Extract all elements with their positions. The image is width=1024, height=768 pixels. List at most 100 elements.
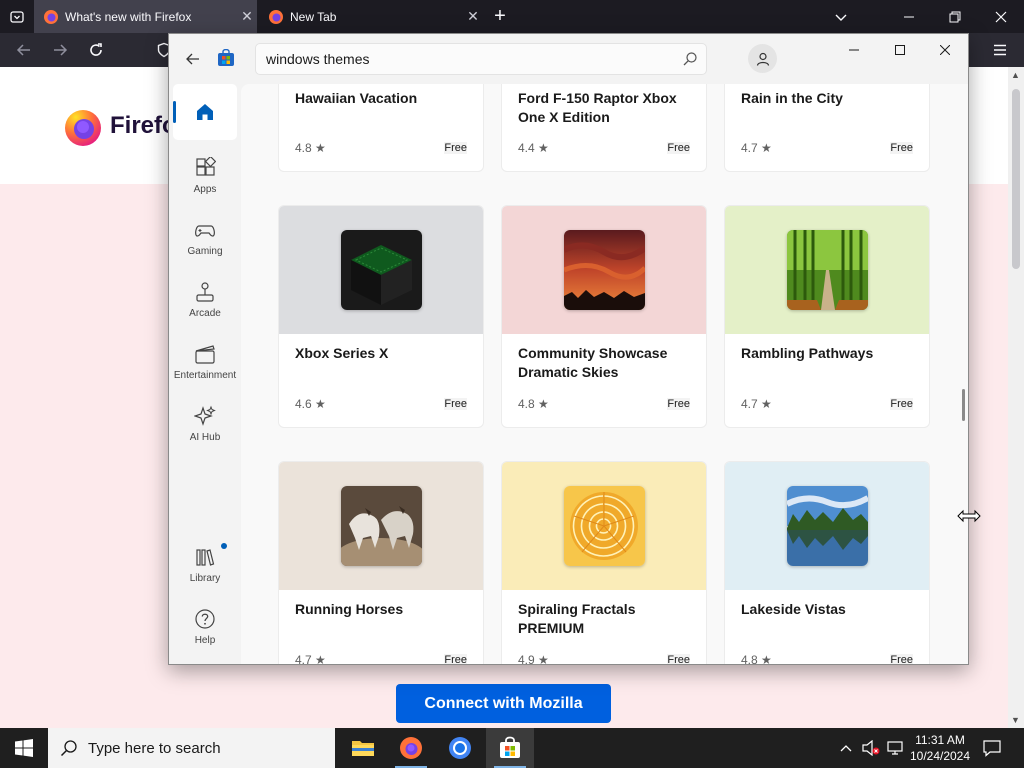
connect-with-mozilla-button[interactable]: Connect with Mozilla <box>396 684 611 723</box>
theme-card-xbox-series-x[interactable]: Xbox Series X 4.6 ★ Free <box>278 205 484 428</box>
spiraling-fractals-thumbnail <box>564 486 645 566</box>
close-tab-icon[interactable]: ✕ <box>237 8 257 25</box>
sidebar-item-apps[interactable]: Apps <box>173 148 237 204</box>
theme-card-spiraling-fractals[interactable]: Spiraling Fractals PREMIUM 4.9 ★ Free <box>501 461 707 664</box>
card-price: Free <box>890 142 913 154</box>
restore-icon[interactable] <box>932 0 978 33</box>
taskbar-search-box[interactable]: Type here to search <box>48 728 335 768</box>
card-title: Lakeside Vistas <box>741 601 846 617</box>
card-price: Free <box>667 654 690 664</box>
card-rating: 4.4 ★ <box>518 141 549 155</box>
card-rating: 4.7 ★ <box>741 397 772 411</box>
file-explorer-taskbar-button[interactable] <box>339 728 387 768</box>
card-title: Xbox Series X <box>295 345 389 361</box>
card-price: Free <box>667 398 690 410</box>
reload-icon[interactable] <box>84 38 108 62</box>
notification-dot <box>221 543 227 549</box>
close-window-icon[interactable] <box>922 34 968 66</box>
theme-card-running-horses[interactable]: Running Horses 4.7 ★ Free <box>278 461 484 664</box>
sidebar-item-help[interactable]: Help <box>173 599 237 655</box>
card-rating: 4.8 ★ <box>518 397 549 411</box>
store-scrollbar-thumb[interactable] <box>962 389 965 421</box>
sidebar-item-arcade[interactable]: Arcade <box>173 272 237 328</box>
chromium-browser-icon <box>449 737 471 759</box>
store-sidebar: Apps Gaming Arcade Entertainment AI Hub … <box>169 84 241 664</box>
sidebar-item-label: AI Hub <box>189 432 221 443</box>
app-menu-icon[interactable] <box>988 38 1012 62</box>
theme-card-community-showcase-dramatic-skies[interactable]: Community Showcase Dramatic Skies 4.8 ★ … <box>501 205 707 428</box>
card-price: Free <box>890 398 913 410</box>
card-title: Hawaiian Vacation <box>295 90 418 106</box>
close-window-icon[interactable] <box>978 0 1024 33</box>
xbox-series-x-thumbnail <box>341 230 422 310</box>
store-search-box[interactable] <box>255 43 707 75</box>
sidebar-item-home[interactable] <box>173 84 237 140</box>
page-scrollbar[interactable]: ▲ ▼ <box>1008 67 1024 728</box>
theme-card-lakeside-vistas[interactable]: Lakeside Vistas 4.8 ★ Free <box>724 461 930 664</box>
theme-card-hawaiian-vacation[interactable]: Hawaiian Vacation 4.8 ★ Free <box>278 84 484 172</box>
card-price: Free <box>444 398 467 410</box>
lakeside-vistas-thumbnail <box>787 486 868 566</box>
library-icon <box>193 545 217 569</box>
card-title: Ford F-150 Raptor Xbox One X Edition <box>518 90 677 125</box>
new-tab-plus-icon[interactable]: + <box>488 5 512 29</box>
desktop: What's new with Firefox ✕ New Tab ✕ + Fi… <box>0 0 1024 768</box>
start-button[interactable] <box>0 728 48 768</box>
network-icon[interactable] <box>884 728 906 768</box>
theme-card-rambling-pathways[interactable]: Rambling Pathways 4.7 ★ Free <box>724 205 930 428</box>
search-icon[interactable] <box>682 51 698 67</box>
forward-arrow-icon[interactable] <box>48 38 72 62</box>
active-indicator <box>173 101 176 123</box>
account-avatar-icon[interactable] <box>748 44 777 73</box>
microsoft-store-window: Apps Gaming Arcade Entertainment <box>168 33 969 665</box>
theme-card-ford-f150[interactable]: Ford F-150 Raptor Xbox One X Edition 4.4… <box>501 84 707 172</box>
sidebar-item-label: Gaming <box>187 246 223 257</box>
maximize-icon[interactable] <box>877 34 923 66</box>
sidebar-item-label: Library <box>189 573 221 584</box>
chrome-taskbar-button[interactable] <box>436 728 484 768</box>
clock-date: 10/24/2024 <box>909 749 971 763</box>
minimize-icon[interactable] <box>886 0 932 33</box>
notifications-icon[interactable] <box>980 728 1004 768</box>
card-title: Rambling Pathways <box>741 345 874 361</box>
tab-overflow-chevron-icon[interactable] <box>818 0 864 33</box>
card-price: Free <box>444 142 467 154</box>
scroll-up-icon[interactable]: ▲ <box>1011 70 1020 80</box>
sidebar-item-gaming[interactable]: Gaming <box>173 210 237 266</box>
joystick-icon <box>193 280 217 304</box>
firefox-favicon-icon <box>269 9 283 24</box>
apps-icon <box>193 156 217 180</box>
card-rating: 4.8 ★ <box>295 141 326 155</box>
gamepad-icon <box>193 218 217 242</box>
list-all-tabs-icon[interactable] <box>0 0 34 33</box>
card-price: Free <box>444 654 467 664</box>
back-arrow-icon[interactable] <box>181 47 205 71</box>
rambling-pathways-thumbnail <box>787 230 868 310</box>
search-icon <box>60 740 77 757</box>
theme-card-rain-in-the-city[interactable]: Rain in the City 4.7 ★ Free <box>724 84 930 172</box>
resize-cursor-icon <box>957 509 981 523</box>
tab-title: New Tab <box>290 9 337 24</box>
scrollbar-thumb[interactable] <box>1012 89 1020 269</box>
taskbar-search-placeholder: Type here to search <box>88 740 221 757</box>
store-search-input[interactable] <box>266 50 666 68</box>
tab-title: What's new with Firefox <box>65 9 192 24</box>
taskbar-clock[interactable]: 11:31 AM 10/24/2024 <box>906 732 974 764</box>
minimize-icon[interactable] <box>831 34 877 66</box>
windows-logo-icon <box>15 739 33 757</box>
card-rating: 4.7 ★ <box>741 141 772 155</box>
sidebar-item-ai-hub[interactable]: AI Hub <box>173 396 237 452</box>
show-hidden-icons-chevron-icon[interactable] <box>836 728 856 768</box>
tab-new-tab[interactable]: New Tab ✕ <box>259 0 483 33</box>
close-tab-icon[interactable]: ✕ <box>463 8 483 25</box>
sidebar-item-entertainment[interactable]: Entertainment <box>173 334 237 390</box>
tab-whats-new[interactable]: What's new with Firefox ✕ <box>34 0 257 33</box>
back-arrow-icon[interactable] <box>12 38 36 62</box>
volume-muted-icon[interactable] <box>860 728 882 768</box>
folder-icon <box>352 741 374 756</box>
scroll-down-icon[interactable]: ▼ <box>1011 715 1020 725</box>
firefox-taskbar-button[interactable] <box>387 728 435 768</box>
sidebar-item-library[interactable]: Library <box>173 537 237 593</box>
card-title: Spiraling Fractals PREMIUM <box>518 601 636 636</box>
microsoft-store-taskbar-button[interactable] <box>486 728 534 768</box>
